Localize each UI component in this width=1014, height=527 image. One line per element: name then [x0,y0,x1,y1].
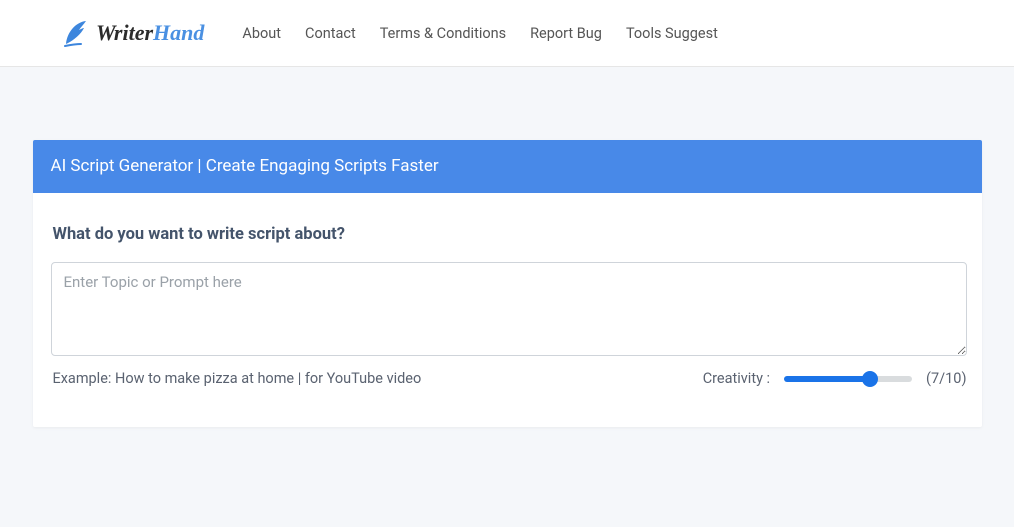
generator-card: AI Script Generator | Create Engaging Sc… [33,140,982,427]
feather-icon [62,18,90,48]
card-title: AI Script Generator | Create Engaging Sc… [33,140,982,193]
logo[interactable]: WriterHand [62,18,204,48]
nav-tools-suggest[interactable]: Tools Suggest [626,25,718,42]
card-body: What do you want to write script about? … [33,193,982,427]
prompt-label: What do you want to write script about? [53,225,964,244]
page-background: AI Script Generator | Create Engaging Sc… [0,67,1014,527]
creativity-control: Creativity : (7/10) [703,370,967,387]
creativity-value: (7/10) [926,370,966,387]
creativity-slider[interactable] [784,376,912,382]
nav-report-bug[interactable]: Report Bug [530,25,602,42]
primary-nav: About Contact Terms & Conditions Report … [242,25,717,42]
topic-input[interactable] [51,262,967,356]
top-navbar: WriterHand About Contact Terms & Conditi… [0,0,1014,67]
nav-terms[interactable]: Terms & Conditions [380,25,506,42]
nav-about[interactable]: About [242,25,281,42]
logo-text: WriterHand [96,20,204,46]
nav-contact[interactable]: Contact [305,25,356,42]
creativity-label: Creativity : [703,370,770,387]
example-text: Example: How to make pizza at home | for… [53,370,422,387]
input-footer-row: Example: How to make pizza at home | for… [51,370,967,387]
